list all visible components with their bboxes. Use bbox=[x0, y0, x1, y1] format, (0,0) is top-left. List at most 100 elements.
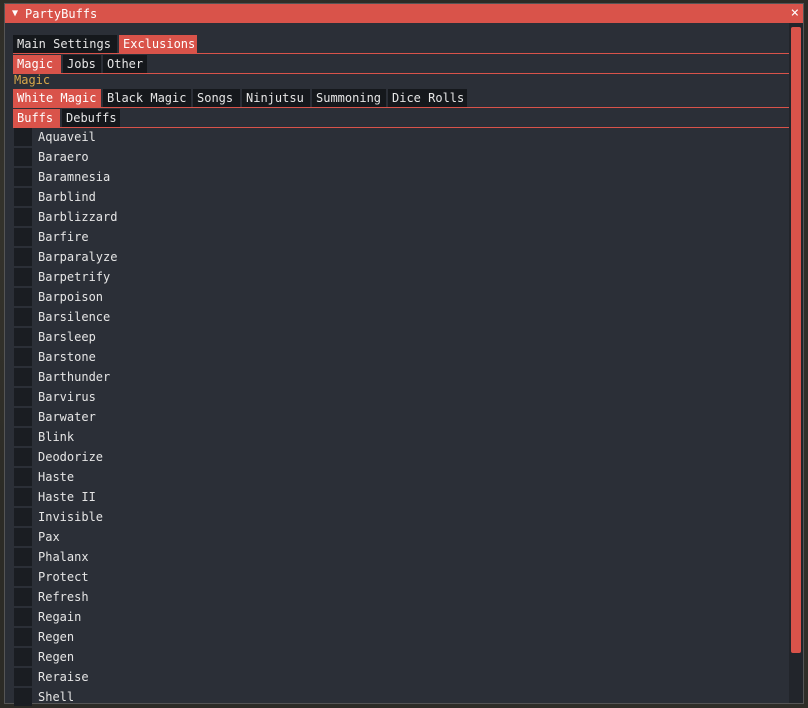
tab-underline bbox=[13, 73, 789, 74]
spell-label: Barwater bbox=[38, 410, 96, 424]
spell-label: Phalanx bbox=[38, 550, 89, 564]
spell-checkbox[interactable] bbox=[14, 168, 32, 186]
spell-row[interactable]: Deodorize bbox=[14, 447, 774, 467]
tab-exclusions-1[interactable]: Jobs bbox=[63, 55, 101, 73]
spell-checkbox[interactable] bbox=[14, 308, 32, 326]
spell-checkbox[interactable] bbox=[14, 648, 32, 666]
spell-row[interactable]: Barthunder bbox=[14, 367, 774, 387]
spell-checkbox[interactable] bbox=[14, 348, 32, 366]
spell-label: Reraise bbox=[38, 670, 89, 684]
tab-exclusions-0[interactable]: Magic bbox=[13, 55, 61, 73]
spell-row[interactable]: Haste bbox=[14, 467, 774, 487]
spell-checkbox[interactable] bbox=[14, 408, 32, 426]
spell-checkbox[interactable] bbox=[14, 568, 32, 586]
buff-type-tab-bar: Buffs Debuffs bbox=[13, 109, 789, 128]
spell-row[interactable]: Regain bbox=[14, 607, 774, 627]
spell-row[interactable]: Baramnesia bbox=[14, 167, 774, 187]
window-titlebar[interactable]: ▼ PartyBuffs × bbox=[5, 4, 803, 23]
spell-checkbox[interactable] bbox=[14, 528, 32, 546]
tab-magic-4[interactable]: Summoning bbox=[312, 89, 386, 107]
spell-row[interactable]: Refresh bbox=[14, 587, 774, 607]
spell-checkbox[interactable] bbox=[14, 148, 32, 166]
spell-checkbox[interactable] bbox=[14, 208, 32, 226]
spell-checkbox[interactable] bbox=[14, 388, 32, 406]
tab-magic-5[interactable]: Dice Rolls bbox=[388, 89, 467, 107]
spell-label: Protect bbox=[38, 570, 89, 584]
spell-row[interactable]: Barpoison bbox=[14, 287, 774, 307]
spell-row[interactable]: Invisible bbox=[14, 507, 774, 527]
spell-checkbox[interactable] bbox=[14, 428, 32, 446]
tab-exclusions-2[interactable]: Other bbox=[103, 55, 147, 73]
spell-row[interactable]: Reraise bbox=[14, 667, 774, 687]
spell-checkbox[interactable] bbox=[14, 488, 32, 506]
spell-checkbox[interactable] bbox=[14, 368, 32, 386]
spell-row[interactable]: Barsleep bbox=[14, 327, 774, 347]
spell-checkbox[interactable] bbox=[14, 468, 32, 486]
spell-checkbox[interactable] bbox=[14, 688, 32, 706]
spell-checkbox[interactable] bbox=[14, 248, 32, 266]
spell-checkbox[interactable] bbox=[14, 628, 32, 646]
tab-magic-0[interactable]: White Magic bbox=[13, 89, 101, 107]
spell-row[interactable]: Barvirus bbox=[14, 387, 774, 407]
vertical-scrollbar[interactable] bbox=[789, 23, 803, 703]
spell-label: Haste II bbox=[38, 490, 96, 504]
spell-row[interactable]: Shell bbox=[14, 687, 774, 707]
spell-label: Haste bbox=[38, 470, 75, 484]
spell-checkbox[interactable] bbox=[14, 288, 32, 306]
tab-main-0[interactable]: Main Settings bbox=[13, 35, 117, 53]
spell-row[interactable]: Phalanx bbox=[14, 547, 774, 567]
spell-row[interactable]: Regen bbox=[14, 647, 774, 667]
tab-type-0[interactable]: Buffs bbox=[13, 109, 60, 127]
spell-row[interactable]: Barsilence bbox=[14, 307, 774, 327]
scrollbar-thumb[interactable] bbox=[791, 27, 801, 653]
spell-checkbox[interactable] bbox=[14, 588, 32, 606]
spell-checkbox[interactable] bbox=[14, 128, 32, 146]
tab-type-1[interactable]: Debuffs bbox=[62, 109, 120, 127]
spell-checkbox[interactable] bbox=[14, 448, 32, 466]
spell-label: Deodorize bbox=[38, 450, 104, 464]
spell-checkbox[interactable] bbox=[14, 188, 32, 206]
spell-label: Baraero bbox=[38, 150, 89, 164]
spell-checkbox[interactable] bbox=[14, 548, 32, 566]
spell-checkbox[interactable] bbox=[14, 328, 32, 346]
spell-label: Barparalyze bbox=[38, 250, 118, 264]
spell-label: Pax bbox=[38, 530, 60, 544]
spell-row[interactable]: Protect bbox=[14, 567, 774, 587]
spell-checkbox[interactable] bbox=[14, 608, 32, 626]
collapse-arrow-icon[interactable]: ▼ bbox=[7, 8, 23, 19]
tab-magic-3[interactable]: Ninjutsu bbox=[242, 89, 310, 107]
tab-main-1[interactable]: Exclusions bbox=[119, 35, 197, 53]
tab-magic-1[interactable]: Black Magic bbox=[103, 89, 191, 107]
spell-row[interactable]: Barpetrify bbox=[14, 267, 774, 287]
spell-row[interactable]: Regen bbox=[14, 627, 774, 647]
spell-row[interactable]: Barblind bbox=[14, 187, 774, 207]
spell-row[interactable]: Aquaveil bbox=[14, 127, 774, 147]
close-icon[interactable]: × bbox=[791, 5, 799, 21]
spell-row[interactable]: Barstone bbox=[14, 347, 774, 367]
spell-row[interactable]: Haste II bbox=[14, 487, 774, 507]
tab-underline bbox=[13, 107, 789, 108]
spell-checkbox[interactable] bbox=[14, 268, 32, 286]
spell-label: Barpoison bbox=[38, 290, 104, 304]
spell-row[interactable]: Blink bbox=[14, 427, 774, 447]
tab-magic-2[interactable]: Songs bbox=[193, 89, 240, 107]
spell-checkbox[interactable] bbox=[14, 228, 32, 246]
spell-label: Barsilence bbox=[38, 310, 111, 324]
spell-checkbox[interactable] bbox=[14, 668, 32, 686]
spell-row[interactable]: Barparalyze bbox=[14, 247, 774, 267]
spell-row[interactable]: Pax bbox=[14, 527, 774, 547]
spell-row[interactable]: Baraero bbox=[14, 147, 774, 167]
spell-row[interactable]: Barblizzard bbox=[14, 207, 774, 227]
spell-label: Barpetrify bbox=[38, 270, 111, 284]
partybuffs-window: ▼ PartyBuffs × Main Settings Exclusions M… bbox=[4, 3, 804, 707]
spell-label: Shell bbox=[38, 690, 75, 704]
exclusions-tab-bar: Magic Jobs Other bbox=[13, 55, 789, 74]
spell-label: Regain bbox=[38, 610, 82, 624]
spell-label: Barblizzard bbox=[38, 210, 118, 224]
spell-checkbox[interactable] bbox=[14, 508, 32, 526]
spell-row[interactable]: Barfire bbox=[14, 227, 774, 247]
magic-school-tab-bar: White Magic Black Magic Songs Ninjutsu Summo… bbox=[13, 89, 789, 108]
spell-row[interactable]: Barwater bbox=[14, 407, 774, 427]
spell-label: Refresh bbox=[38, 590, 89, 604]
spell-label: Barblind bbox=[38, 190, 96, 204]
